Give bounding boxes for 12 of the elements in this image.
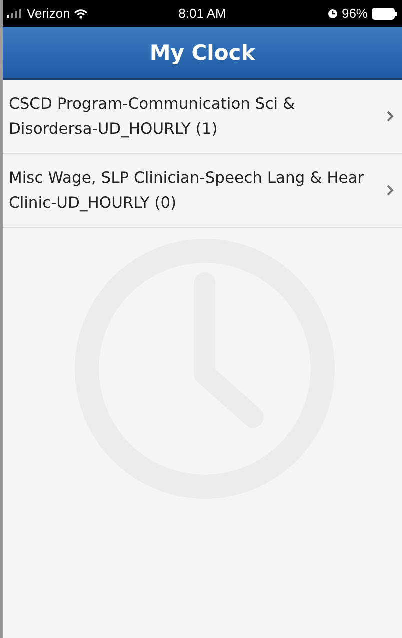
status-time: 8:01 AM: [178, 6, 226, 21]
wifi-icon: [74, 8, 88, 18]
list-item[interactable]: CSCD Program-Communication Sci & Disordersa-UD_HOURLY (1): [3, 80, 402, 154]
carrier-name: Verizon: [27, 6, 70, 21]
battery-icon: [372, 8, 398, 20]
signal-icon: [7, 9, 23, 18]
chevron-icon: [387, 111, 394, 122]
battery-percent: 96%: [342, 6, 368, 21]
alarm-icon: [328, 8, 338, 18]
list-item[interactable]: Misc Wage, SLP Clinician-Speech Lang & Hear Clinic-UD_HOURLY (0): [3, 154, 402, 228]
chevron-icon: [387, 185, 394, 196]
screen-title: My Clock: [150, 40, 256, 64]
